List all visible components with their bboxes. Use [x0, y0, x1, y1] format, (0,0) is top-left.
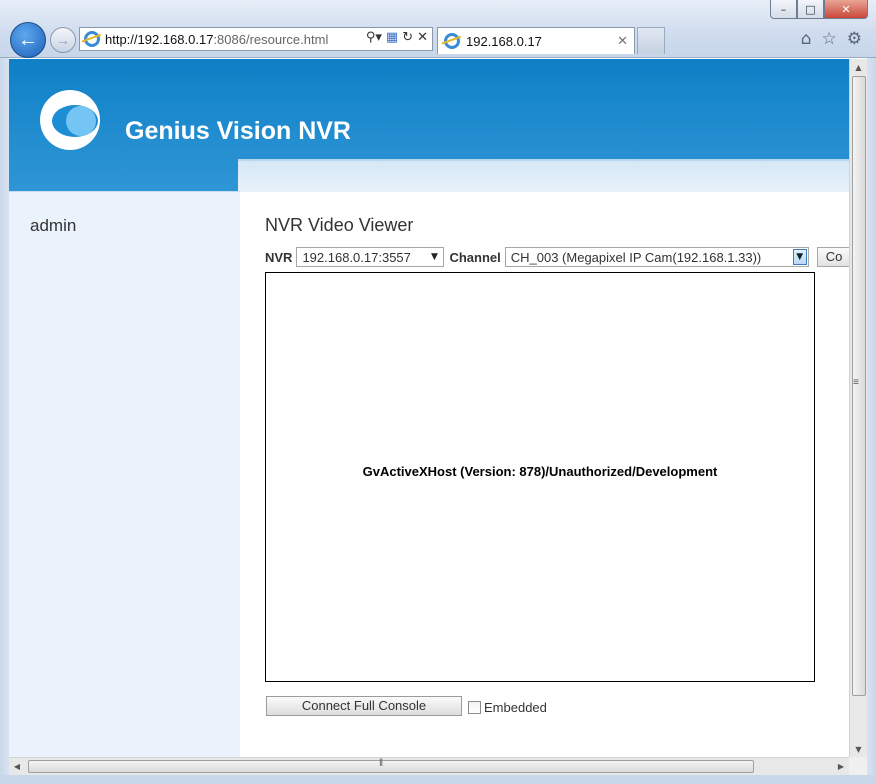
page-viewport: Genius Vision NVR admin NVR Video Viewer… — [9, 59, 849, 757]
tab-close-icon[interactable]: ✕ — [617, 33, 628, 49]
address-bar[interactable]: http://192.168.0.17:8086/resource.html ⚲… — [79, 27, 433, 51]
embedded-checkbox[interactable] — [468, 700, 481, 714]
nvr-label: NVR — [265, 249, 293, 265]
home-icon[interactable]: ⌂ — [801, 29, 812, 49]
console-controls: Connect Full Console Embedded — [266, 696, 547, 716]
page-title: NVR Video Viewer — [265, 215, 414, 235]
minimize-button[interactable]: – — [770, 0, 797, 19]
sidebar-user-name[interactable]: admin — [30, 216, 76, 236]
window-controls: – □ ✕ — [770, 0, 868, 20]
favorites-star-icon[interactable]: ☆ — [822, 29, 837, 49]
refresh-icon[interactable]: ↻ — [402, 30, 413, 45]
maximize-button[interactable]: □ — [797, 0, 824, 19]
new-tab-button[interactable] — [637, 27, 665, 54]
window-frame-left — [0, 58, 9, 784]
stop-icon[interactable]: ✕ — [417, 30, 428, 45]
scrollbar-corner — [849, 757, 867, 775]
nvr-select[interactable]: 192.168.0.17:3557 ▼ — [296, 247, 445, 267]
forward-arrow-icon[interactable]: → — [50, 27, 76, 53]
header-subbar — [238, 159, 849, 192]
browser-tab-active[interactable]: 192.168.0.17 ✕ — [437, 27, 635, 54]
chevron-down-icon: ▼ — [792, 249, 807, 265]
address-path: :8086/resource.html — [213, 31, 329, 47]
close-window-button[interactable]: ✕ — [824, 0, 868, 19]
channel-select[interactable]: CH_003 (Megapixel IP Cam(192.168.1.33)) … — [504, 247, 809, 267]
embedded-label[interactable]: Embedded — [484, 700, 547, 715]
connect-full-console-button[interactable]: Connect Full Console — [266, 696, 462, 716]
tab-title: 192.168.0.17 — [466, 33, 542, 49]
browser-toolbar-icons: ⌂ ☆ ⚙ — [801, 29, 862, 49]
main-content: NVR Video Viewer NVR 192.168.0.17:3557 ▼… — [240, 192, 849, 757]
video-player[interactable]: GvActiveXHost (Version: 878)/Unauthorize… — [265, 272, 815, 682]
sidebar: admin — [9, 191, 240, 757]
connect-button[interactable]: Co — [816, 247, 849, 267]
vertical-scrollbar[interactable]: ▲ ≡ ▼ — [849, 59, 867, 757]
scroll-right-icon[interactable]: ▶ — [833, 758, 849, 775]
address-url[interactable]: http://192.168.0.17:8086/resource.html — [105, 32, 328, 47]
ie-logo-icon — [84, 31, 100, 47]
address-host: http://192.168.0.17 — [105, 31, 214, 47]
compatibility-icon[interactable]: ▦ — [386, 30, 398, 45]
video-status-message: GvActiveXHost (Version: 878)/Unauthorize… — [362, 463, 718, 479]
window-frame-bottom — [0, 775, 876, 784]
horizontal-scroll-thumb[interactable] — [28, 760, 754, 773]
horizontal-scrollbar[interactable]: ◀ ‖ ▶ — [9, 757, 849, 775]
nvr-select-value: 192.168.0.17:3557 — [302, 250, 411, 265]
app-brand-title: Genius Vision NVR — [125, 117, 351, 145]
back-arrow-icon[interactable]: ← — [10, 22, 46, 58]
grip-icon: ‖ — [379, 758, 384, 769]
address-tools: ⚲▾ ▦ ↻ ✕ — [366, 30, 428, 45]
window-frame-right — [867, 58, 876, 784]
viewer-controls: NVR 192.168.0.17:3557 ▼ Channel CH_003 (… — [265, 246, 849, 268]
search-icon[interactable]: ⚲▾ — [366, 30, 382, 45]
grip-icon: ≡ — [853, 377, 859, 388]
browser-titlebar: – □ ✕ ← → http://192.168.0.17:8086/resou… — [0, 0, 876, 58]
scroll-down-icon[interactable]: ▼ — [850, 741, 867, 757]
scroll-up-icon[interactable]: ▲ — [850, 59, 867, 75]
ie-logo-icon — [444, 33, 460, 49]
channel-label: Channel — [449, 249, 501, 265]
scroll-left-icon[interactable]: ◀ — [9, 758, 25, 775]
genius-vision-logo-icon — [40, 90, 100, 150]
channel-select-value: CH_003 (Megapixel IP Cam(192.168.1.33)) — [510, 250, 762, 265]
chevron-down-icon: ▼ — [430, 251, 438, 262]
settings-gear-icon[interactable]: ⚙ — [847, 29, 862, 49]
